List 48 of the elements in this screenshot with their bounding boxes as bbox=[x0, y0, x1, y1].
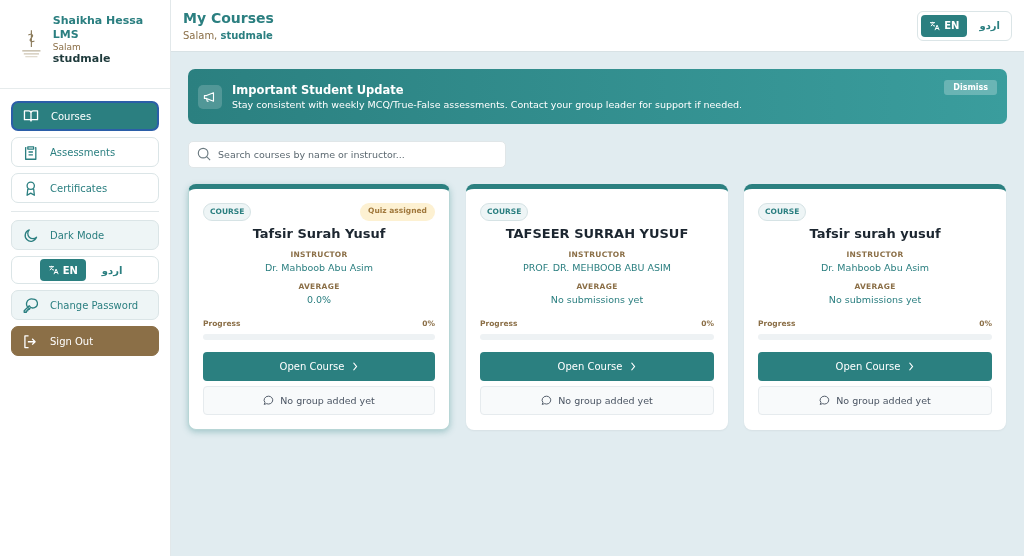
language-option[interactable]: اردو bbox=[93, 259, 131, 281]
user-name: studmale bbox=[52, 52, 112, 65]
search-field[interactable]: Search courses by name or instructor... bbox=[188, 141, 506, 168]
instructor-name: Dr. Mahboob Abu Asim bbox=[820, 262, 929, 273]
moon-icon bbox=[22, 227, 38, 243]
chat-bubble-icon bbox=[541, 395, 553, 406]
user-name: studmale bbox=[220, 30, 273, 41]
chevron-icon bbox=[352, 362, 359, 371]
open-course-button[interactable]: Open Course bbox=[203, 352, 435, 381]
chevron-icon bbox=[630, 362, 637, 371]
group-text: No group added yet bbox=[280, 395, 375, 406]
greeting: Salam bbox=[52, 42, 82, 52]
course-title: Tafsir Surah Yusuf bbox=[252, 226, 386, 241]
change-password-button[interactable]: Change Password bbox=[11, 290, 159, 320]
banner-title: Important Student Update bbox=[232, 83, 405, 97]
banner-message: Stay consistent with weekly MCQ/True-False assessments. Contact your group leader for support if needed. bbox=[232, 99, 744, 110]
book-icon bbox=[23, 108, 39, 124]
search-icon bbox=[197, 147, 211, 161]
brand-name: Shaikha Hessa LMS bbox=[52, 14, 145, 42]
group-text: No group added yet bbox=[836, 395, 931, 406]
greeting: Salam, bbox=[183, 30, 218, 41]
logout-icon bbox=[22, 333, 38, 349]
page-title: My Courses bbox=[183, 10, 274, 26]
average-value: No submissions yet bbox=[550, 294, 644, 305]
instructor-name: PROF. DR. MEHBOOB ABU ASIM bbox=[522, 262, 672, 273]
nav-item[interactable]: Certificates bbox=[11, 173, 159, 203]
nav-item[interactable]: Courses bbox=[11, 101, 159, 131]
open-course-button[interactable]: Open Course bbox=[758, 352, 992, 381]
translate-icon bbox=[47, 265, 60, 275]
megaphone-icon bbox=[198, 84, 222, 109]
nav-item[interactable]: Assessments bbox=[11, 137, 159, 167]
course-title: Tafsir surah yusuf bbox=[809, 226, 941, 241]
open-course-button[interactable]: Open Course bbox=[480, 352, 714, 381]
instructor-name: Dr. Mahboob Abu Asim bbox=[264, 262, 373, 273]
chat-bubble-icon bbox=[263, 395, 275, 406]
average-value: 0.0% bbox=[306, 294, 332, 305]
average-value: No submissions yet bbox=[828, 294, 922, 305]
clipboard-icon bbox=[22, 144, 38, 160]
language-option[interactable]: EN bbox=[921, 14, 968, 37]
language-option[interactable]: اردو bbox=[971, 14, 1008, 37]
language-option[interactable]: EN bbox=[39, 259, 86, 281]
course-title: TAFSEER SURRAH YUSUF bbox=[505, 226, 689, 241]
dark-mode-toggle[interactable]: Dark Mode bbox=[11, 220, 159, 250]
group-text: No group added yet bbox=[558, 395, 653, 406]
chat-bubble-icon bbox=[819, 395, 831, 406]
chevron-icon bbox=[908, 362, 915, 371]
sign-out-button[interactable]: Sign Out bbox=[11, 326, 159, 356]
translate-icon bbox=[929, 20, 942, 31]
